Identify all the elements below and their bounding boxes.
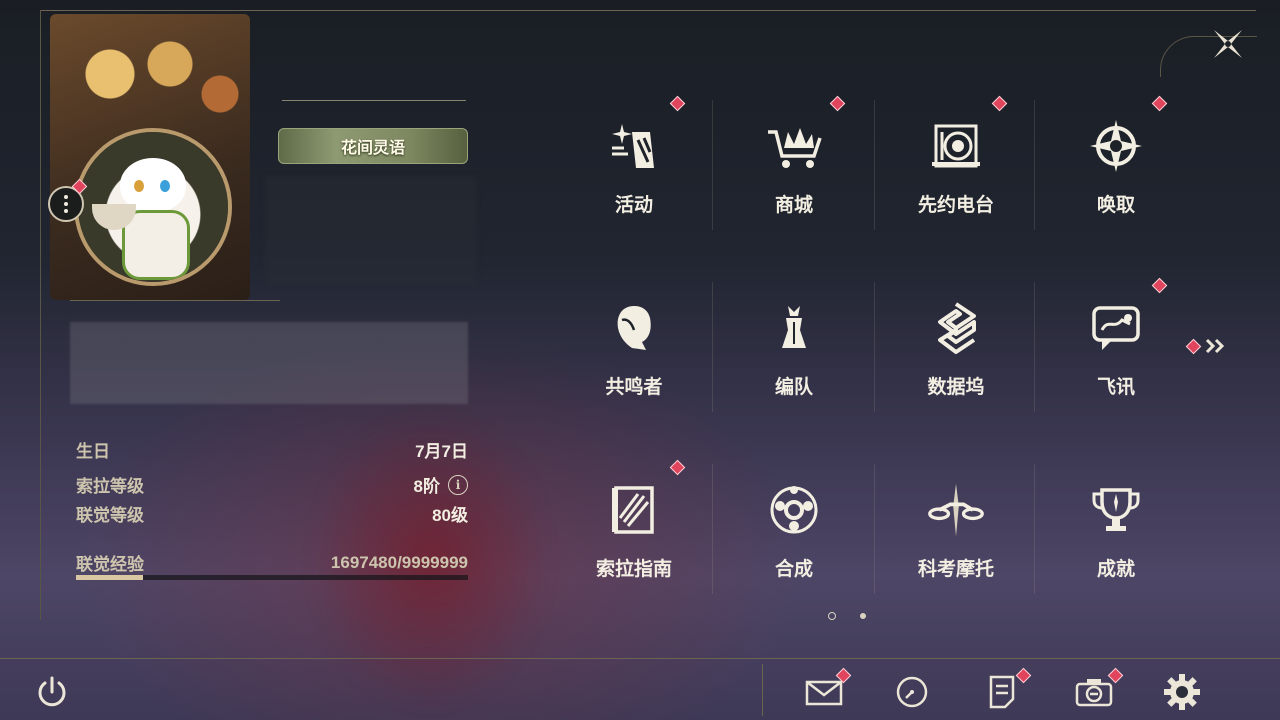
double-chevron-right-icon xyxy=(1205,338,1225,354)
convene-icon xyxy=(1086,116,1146,176)
menu-item-label: 活动 xyxy=(614,195,653,216)
grid-separator xyxy=(1034,464,1035,594)
menu-item-8[interactable]: 飞讯 xyxy=(1036,268,1196,428)
grid-separator xyxy=(874,282,875,412)
menu-item-label: 飞讯 xyxy=(1096,377,1135,398)
info-icon[interactable]: i xyxy=(448,474,468,495)
message-icon xyxy=(1086,298,1146,358)
menu-item-label: 科考摩托 xyxy=(917,559,994,580)
next-page-button[interactable] xyxy=(1185,338,1227,354)
menu-item-label: 编队 xyxy=(774,377,813,398)
menu-item-label: 索拉指南 xyxy=(595,559,672,580)
menu-item-label: 共鸣者 xyxy=(605,377,663,398)
menu-item-5[interactable]: 共鸣者 xyxy=(554,268,714,428)
guidebook-icon xyxy=(604,480,664,540)
sola-level-value: 8阶 xyxy=(413,477,440,496)
notice-icon xyxy=(989,675,1015,709)
divider xyxy=(70,300,280,301)
motorcycle-icon xyxy=(926,480,986,540)
frame-top-line xyxy=(40,10,1256,11)
union-level-row: 联觉等级 80级 xyxy=(76,501,468,526)
union-level-value: 80级 xyxy=(432,506,468,525)
page-dot-2[interactable] xyxy=(860,613,866,619)
divider xyxy=(282,100,466,101)
grid-separator xyxy=(712,100,713,230)
menu-item-7[interactable]: 数据坞 xyxy=(876,268,1036,428)
grid-separator xyxy=(712,282,713,412)
union-exp-value: 1697480/9999999 xyxy=(330,552,468,572)
menu-item-label: 合成 xyxy=(774,559,813,580)
title-badge[interactable]: 花间灵语 xyxy=(278,128,468,164)
grid-separator xyxy=(712,464,713,594)
menu-item-label: 唤取 xyxy=(1096,195,1135,216)
power-button[interactable] xyxy=(32,672,72,712)
menu-item-1[interactable]: 活动 xyxy=(554,86,714,246)
title-badge-label: 花间灵语 xyxy=(340,140,405,157)
data-bank-icon xyxy=(926,298,986,358)
clock-icon xyxy=(896,676,928,708)
redacted-name xyxy=(265,176,477,286)
menu-item-badge xyxy=(829,95,846,112)
grid-separator xyxy=(1034,100,1035,230)
birthday-row: 生日 7月7日 xyxy=(76,437,468,462)
menu-item-badge xyxy=(991,95,1008,112)
power-icon xyxy=(38,676,66,707)
redacted-signature xyxy=(70,322,468,404)
birthday-value: 7月7日 xyxy=(415,442,468,461)
resonator-icon xyxy=(604,298,664,358)
union-level-label: 联觉等级 xyxy=(76,506,144,525)
frame-left-line xyxy=(40,10,41,620)
menu-item-label: 数据坞 xyxy=(927,377,985,398)
synthesis-icon xyxy=(764,480,824,540)
grid-separator xyxy=(1034,282,1035,412)
union-exp-row: 联觉经验 1697480/9999999 xyxy=(76,550,468,575)
union-exp-bar xyxy=(76,575,468,580)
radio-icon xyxy=(926,116,986,176)
menu-item-badge xyxy=(1151,277,1168,294)
page-indicator xyxy=(828,612,866,620)
bottom-vertical-divider xyxy=(762,664,763,716)
menu-item-11[interactable]: 科考摩托 xyxy=(876,450,1036,610)
team-chess-icon xyxy=(764,298,824,358)
menu-item-9[interactable]: 索拉指南 xyxy=(554,450,714,610)
close-button[interactable] xyxy=(1206,22,1250,66)
menu-item-6[interactable]: 编队 xyxy=(714,268,874,428)
menu-item-badge xyxy=(1151,95,1168,112)
menu-item-3[interactable]: 先约电台 xyxy=(876,86,1036,246)
grid-separator xyxy=(874,100,875,230)
menu-item-4[interactable]: 唤取 xyxy=(1036,86,1196,246)
close-icon xyxy=(1214,30,1242,58)
avatar[interactable] xyxy=(74,128,232,286)
menu-item-2[interactable]: 商城 xyxy=(714,86,874,246)
union-exp-label: 联觉经验 xyxy=(76,555,144,574)
page-dot-1[interactable] xyxy=(828,612,836,620)
menu-item-badge xyxy=(669,95,686,112)
settings-button[interactable] xyxy=(1160,670,1204,714)
sola-level-row: 索拉等级 8阶 i xyxy=(76,472,468,497)
menu-item-12[interactable]: 成就 xyxy=(1036,450,1196,610)
trophy-icon xyxy=(1086,480,1146,540)
activity-icon xyxy=(604,116,664,176)
menu-item-badge xyxy=(669,459,686,476)
menu-item-10[interactable]: 合成 xyxy=(714,450,874,610)
shop-cart-icon xyxy=(764,116,824,176)
clock-button[interactable] xyxy=(890,670,934,714)
next-page-badge xyxy=(1185,338,1202,354)
union-exp-bar-fill xyxy=(76,575,143,580)
bottom-divider xyxy=(0,658,1280,659)
grid-separator xyxy=(874,464,875,594)
menu-item-label: 商城 xyxy=(774,195,813,216)
sola-level-label: 索拉等级 xyxy=(76,477,144,496)
settings-gear-icon xyxy=(1164,674,1200,710)
camera-icon xyxy=(1075,679,1113,707)
birthday-label: 生日 xyxy=(76,442,110,461)
menu-item-label: 先约电台 xyxy=(917,195,994,216)
mail-icon xyxy=(805,680,843,706)
menu-item-label: 成就 xyxy=(1096,559,1135,580)
